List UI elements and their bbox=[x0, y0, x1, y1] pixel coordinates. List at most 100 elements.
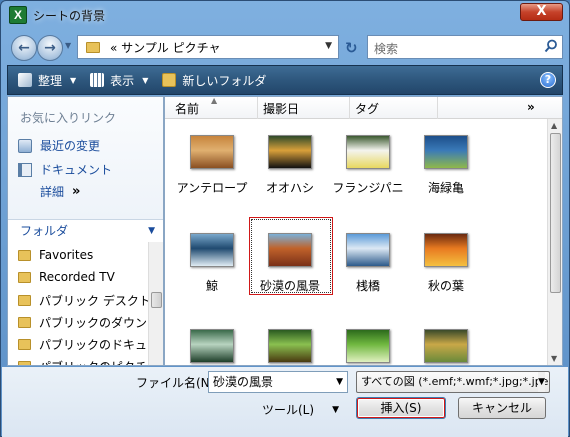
file-thumbnail-item[interactable]: 桟橋 bbox=[329, 233, 407, 294]
address-bar-row: ← → ▼ « サンプル ピクチャ ▼ ↻ 検索 bbox=[7, 31, 563, 63]
image-thumbnail bbox=[346, 135, 390, 169]
favorite-links-title: お気に入りリンク bbox=[20, 111, 117, 125]
column-header-row: 名前 ▲ 撮影日 タグ » bbox=[165, 97, 562, 119]
forward-button[interactable]: → bbox=[37, 35, 63, 61]
cancel-button[interactable]: キャンセル bbox=[458, 397, 546, 419]
file-thumbnail-item[interactable]: 鯨 bbox=[173, 233, 251, 294]
link-documents[interactable]: ドキュメント bbox=[18, 161, 112, 178]
recent-pages-dropdown-icon[interactable]: ▼ bbox=[65, 41, 71, 50]
help-icon[interactable]: ? bbox=[540, 72, 556, 88]
command-toolbar: 整理 ▼ 表示 ▼ 新しいフォルダ ? bbox=[7, 65, 563, 95]
file-thumbnail-item[interactable]: アンテロープ bbox=[173, 135, 251, 196]
sort-ascending-icon: ▲ bbox=[211, 96, 218, 105]
tree-item-favorites[interactable]: Favorites bbox=[18, 248, 93, 262]
view-icon bbox=[90, 73, 105, 87]
file-type-dropdown-icon[interactable]: ▼ bbox=[538, 372, 545, 392]
tools-button[interactable]: ツール(L) ▼ bbox=[262, 401, 339, 418]
link-documents-label: ドキュメント bbox=[40, 163, 113, 177]
tree-item-public-pictures[interactable]: パブリックのピクチャ bbox=[18, 358, 159, 365]
tree-item-public-downloads[interactable]: パブリックのダウン bbox=[18, 314, 147, 331]
refresh-icon[interactable]: ↻ bbox=[345, 39, 358, 57]
folder-icon bbox=[18, 361, 31, 365]
filename-label: ファイル名(N): bbox=[136, 376, 219, 390]
search-input[interactable]: 検索 bbox=[367, 35, 563, 59]
column-divider[interactable] bbox=[437, 97, 438, 119]
file-list-pane: 名前 ▲ 撮影日 タグ » アンテロープ オオハシ フランジパニ 海緑亀鯨 砂漠の風景 桟… bbox=[164, 96, 563, 366]
filename-dropdown-icon[interactable]: ▼ bbox=[336, 372, 343, 392]
file-type-value: すべての図 (*.emf;*.wmf;*.jpg;*.jpe bbox=[361, 375, 549, 388]
scroll-up-icon[interactable]: ▲ bbox=[551, 121, 557, 130]
folder-icon bbox=[18, 249, 31, 261]
column-name-header[interactable]: 名前 bbox=[175, 100, 199, 117]
file-thumbnail-item[interactable]: 海緑亀 bbox=[407, 135, 485, 196]
file-type-select[interactable]: すべての図 (*.emf;*.wmf;*.jpg;*.jpe ▼ bbox=[356, 371, 550, 393]
more-links-button[interactable]: 詳細 » bbox=[40, 183, 80, 200]
address-dropdown-icon[interactable]: ▼ bbox=[325, 41, 332, 51]
more-links-label: 詳細 bbox=[40, 185, 65, 199]
new-folder-label: 新しいフォルダ bbox=[182, 73, 267, 88]
column-divider[interactable] bbox=[349, 97, 350, 119]
file-thumbnail-item[interactable] bbox=[329, 329, 407, 365]
column-tags-header[interactable]: タグ bbox=[355, 100, 379, 117]
file-thumbnail-item[interactable] bbox=[251, 329, 329, 365]
organize-dropdown-icon: ▼ bbox=[70, 75, 77, 85]
file-thumbnail-item[interactable]: フランジパニ bbox=[329, 135, 407, 196]
tree-item-recorded-tv[interactable]: Recorded TV bbox=[18, 270, 115, 284]
dialog-footer: ファイル名(N): 砂漠の風景 ▼ すべての図 (*.emf;*.wmf;*.j… bbox=[2, 367, 568, 437]
file-label: 鯨 bbox=[205, 279, 218, 293]
scroll-down-icon[interactable]: ▼ bbox=[551, 354, 557, 363]
tree-item-label: Favorites bbox=[39, 248, 94, 262]
organize-label: 整理 bbox=[38, 73, 63, 88]
organize-button[interactable]: 整理 ▼ bbox=[18, 72, 76, 89]
image-thumbnail bbox=[190, 329, 234, 363]
close-button[interactable]: X bbox=[520, 3, 563, 21]
column-divider[interactable] bbox=[257, 97, 258, 119]
excel-app-icon: X bbox=[9, 6, 27, 24]
scrollbar-thumb[interactable] bbox=[550, 133, 561, 293]
file-thumbnail-item[interactable] bbox=[173, 329, 251, 365]
folders-scrollbar[interactable] bbox=[148, 242, 163, 365]
view-button[interactable]: 表示 ▼ bbox=[90, 72, 148, 89]
image-thumbnail bbox=[190, 135, 234, 169]
search-placeholder: 検索 bbox=[374, 42, 399, 56]
tools-dropdown-icon: ▼ bbox=[332, 404, 339, 415]
folder-icon bbox=[18, 271, 31, 283]
file-list-scrollbar[interactable]: ▲ ▼ bbox=[547, 119, 562, 365]
forward-arrow-icon: → bbox=[44, 40, 56, 56]
file-thumbnail-item[interactable] bbox=[407, 329, 485, 365]
tools-label: ツール(L) bbox=[262, 403, 315, 417]
scrollbar-thumb[interactable] bbox=[151, 292, 162, 308]
more-columns-icon[interactable]: » bbox=[527, 100, 535, 114]
tree-item-public-desktop[interactable]: パブリック デスクトッ bbox=[18, 292, 163, 309]
new-folder-button[interactable]: 新しいフォルダ bbox=[162, 72, 266, 89]
view-dropdown-icon: ▼ bbox=[142, 75, 149, 85]
address-path: « サンプル ピクチャ bbox=[110, 40, 221, 55]
folder-icon bbox=[86, 41, 100, 53]
file-thumbnail-item[interactable]: オオハシ bbox=[251, 135, 329, 196]
link-recent-changes-label: 最近の変更 bbox=[40, 139, 101, 153]
file-label: アンテロープ bbox=[176, 181, 248, 195]
folders-header[interactable]: フォルダ ▼ bbox=[8, 219, 163, 241]
tree-item-label: パブリックのピクチャ bbox=[39, 358, 159, 365]
image-thumbnail bbox=[268, 135, 312, 169]
column-date-header[interactable]: 撮影日 bbox=[263, 100, 299, 117]
file-label: 秋の葉 bbox=[427, 279, 464, 293]
recent-changes-icon bbox=[18, 138, 32, 153]
link-recent-changes[interactable]: 最近の変更 bbox=[18, 137, 100, 154]
insert-button[interactable]: 挿入(S) bbox=[356, 397, 446, 419]
tree-item-label: パブリック デスクトッ bbox=[39, 294, 163, 308]
file-thumbnail-item[interactable]: 砂漠の風景 bbox=[251, 233, 329, 294]
file-thumbnail-item[interactable]: 秋の葉 bbox=[407, 233, 485, 294]
file-label: 砂漠の風景 bbox=[259, 279, 320, 293]
back-button[interactable]: ← bbox=[11, 35, 37, 61]
image-thumbnail bbox=[424, 135, 468, 169]
title-bar: X シートの背景 X bbox=[1, 1, 569, 29]
address-box[interactable]: « サンプル ピクチャ ▼ bbox=[77, 35, 339, 59]
search-icon[interactable] bbox=[544, 39, 558, 53]
new-folder-icon bbox=[162, 73, 177, 87]
tree-item-label: Recorded TV bbox=[39, 270, 115, 284]
filename-input[interactable]: 砂漠の風景 ▼ bbox=[208, 371, 348, 393]
filename-value: 砂漠の風景 bbox=[213, 375, 274, 389]
tree-item-public-documents[interactable]: パブリックのドキュ bbox=[18, 336, 147, 353]
view-label: 表示 bbox=[110, 73, 135, 88]
